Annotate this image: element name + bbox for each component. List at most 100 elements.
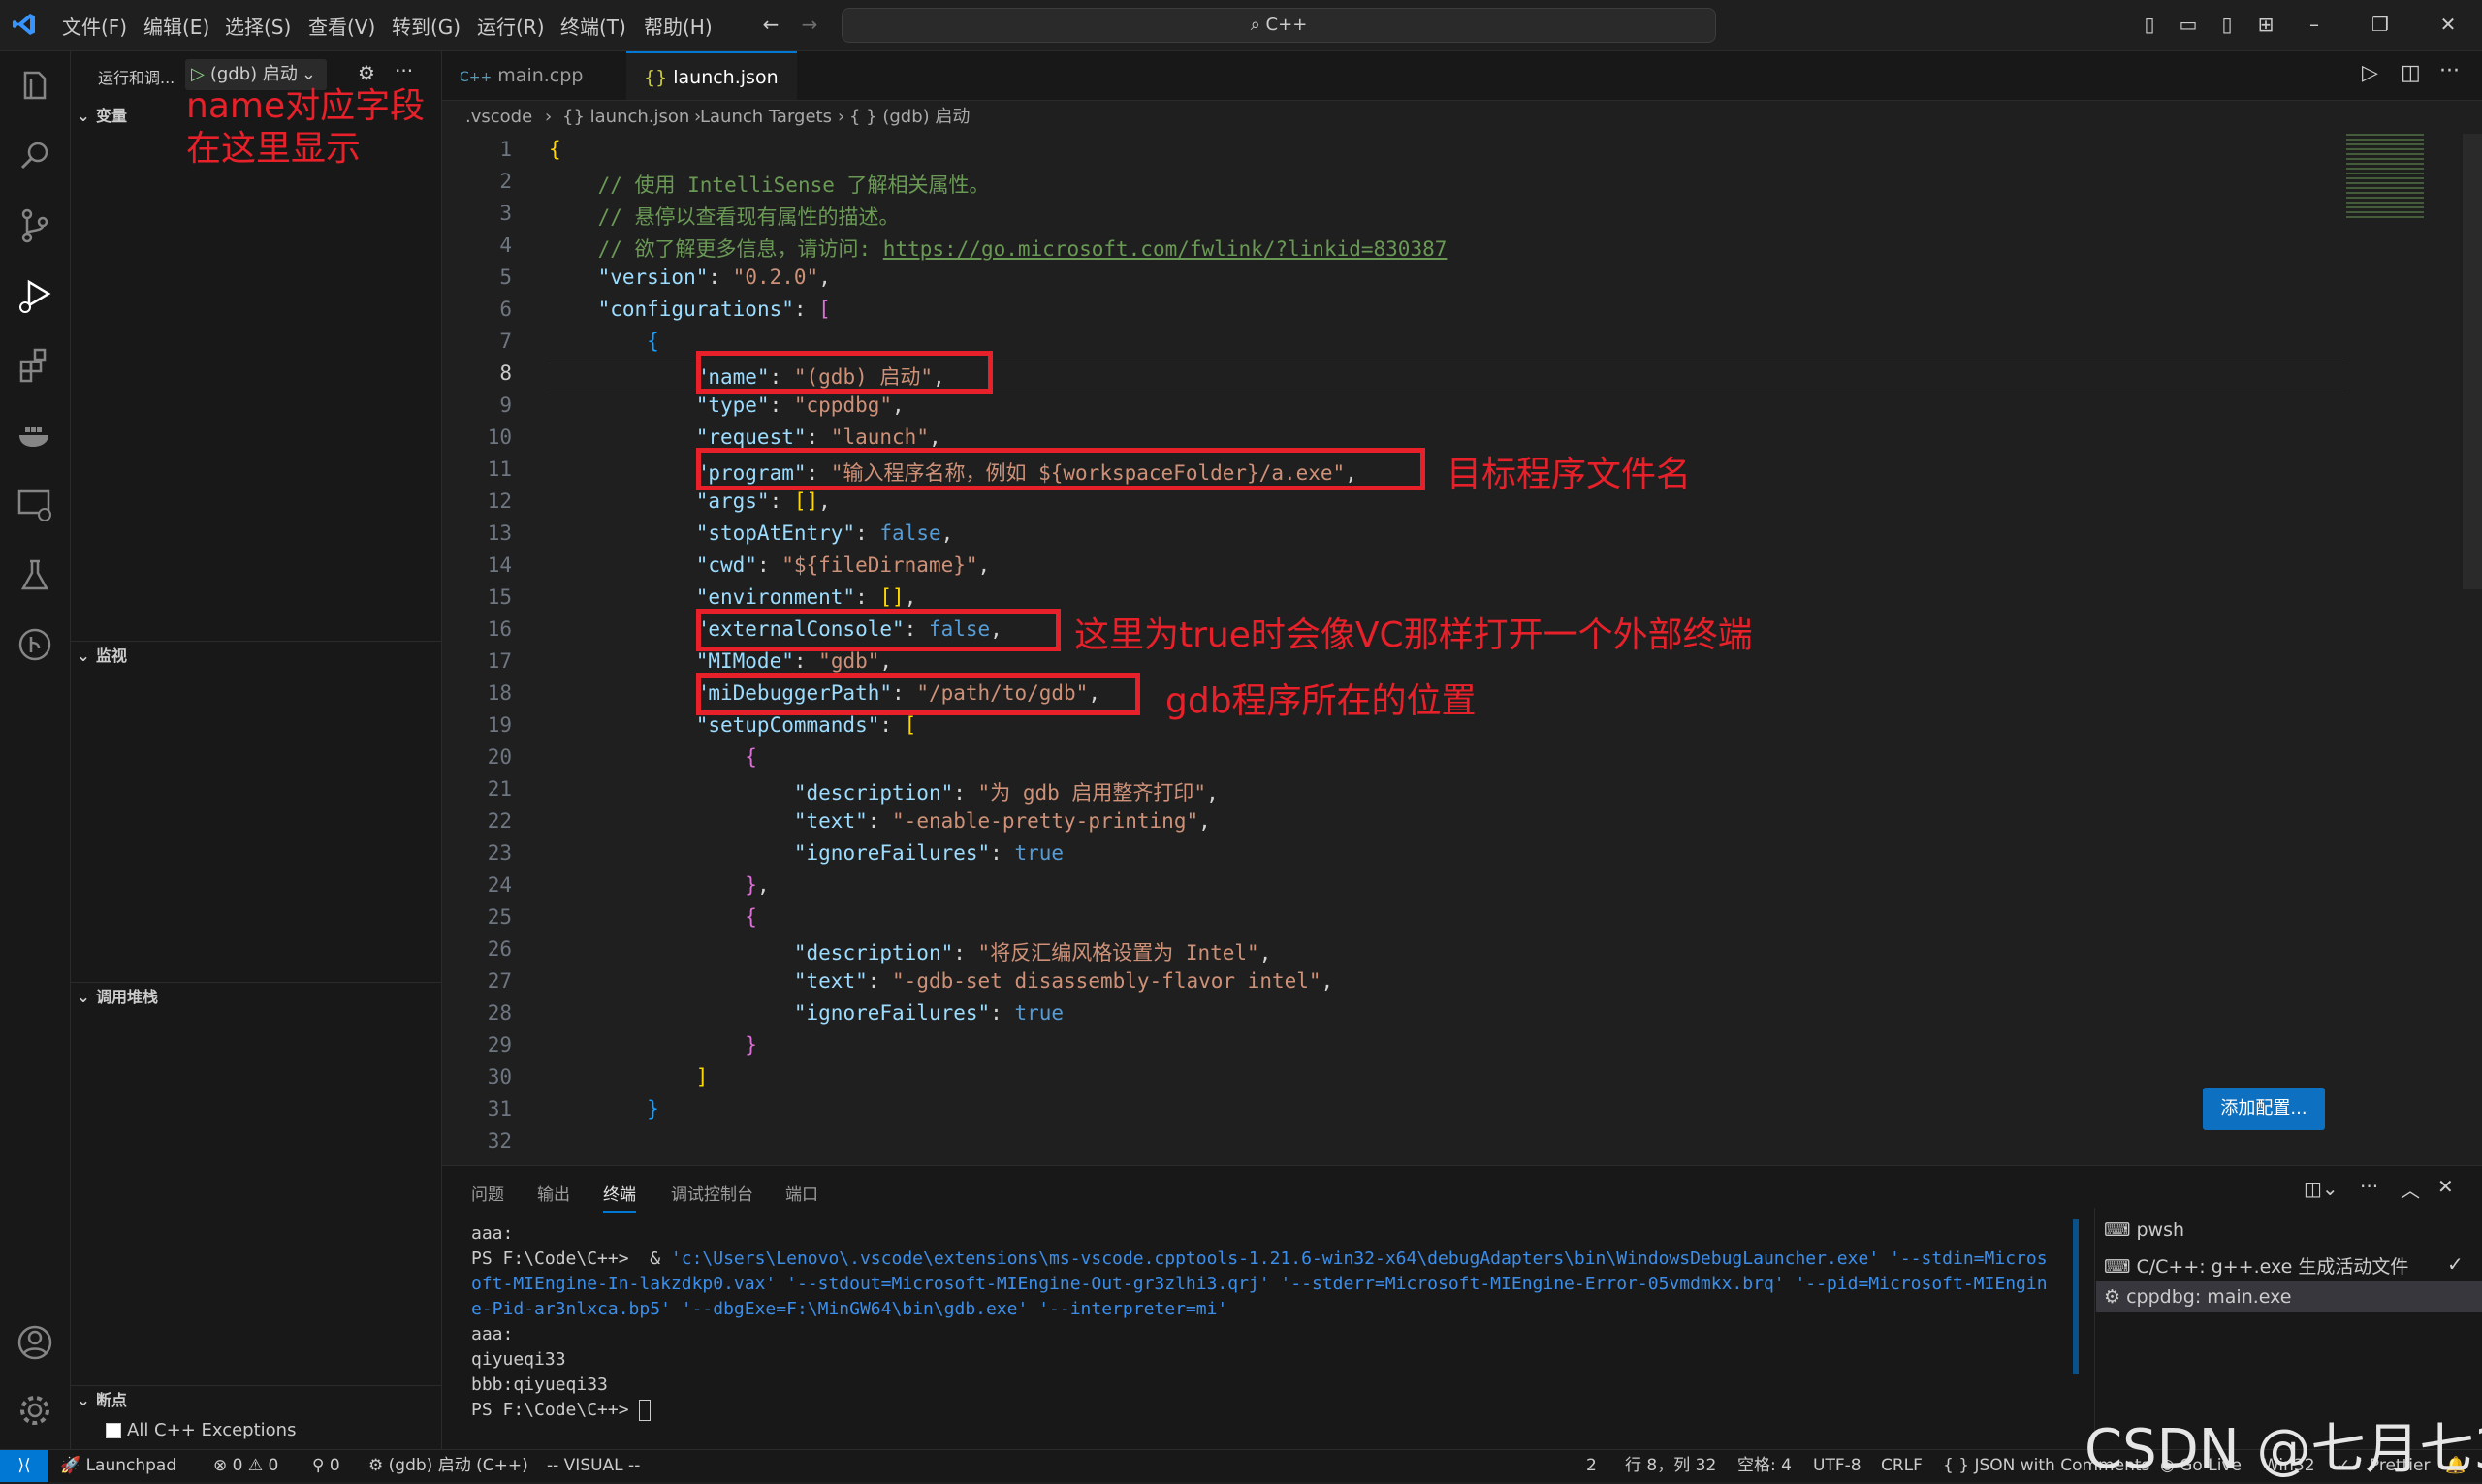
restore-icon[interactable]: ❐ [2368, 12, 2393, 37]
breakpoint-checkbox[interactable] [106, 1423, 121, 1438]
account-icon[interactable] [14, 1321, 56, 1364]
line-number[interactable]: 21 [442, 777, 512, 801]
ports-count[interactable]: ⚲ 0 [312, 1450, 340, 1482]
breadcrumb-folder[interactable]: .vscode [465, 101, 532, 134]
fwlink-url[interactable]: https://go.microsoft.com/fwlink/?linkid=… [883, 237, 1448, 261]
line-number[interactable]: 1 [442, 138, 512, 161]
close-panel-icon[interactable]: ✕ [2437, 1175, 2454, 1198]
launchpad-item[interactable]: 🚀 Launchpad [60, 1450, 176, 1482]
extensions-icon[interactable] [14, 344, 56, 387]
menu-terminal[interactable]: 终端(T) [560, 12, 626, 40]
split-editor-icon[interactable]: ◫ [2401, 61, 2421, 85]
terminal-list-item-gpp[interactable]: ⌨ C/C++: g++.exe 生成活动文件 [2104, 1252, 2408, 1279]
toggle-primary-sidebar-icon[interactable]: ▯ [2137, 12, 2162, 37]
line-ending[interactable]: CRLF [1881, 1450, 1923, 1482]
line-number[interactable]: 27 [442, 969, 512, 993]
breakpoint-item[interactable]: All C++ Exceptions [106, 1420, 296, 1440]
line-number[interactable]: 5 [442, 266, 512, 289]
line-number[interactable]: 3 [442, 202, 512, 225]
panel-tab-ports[interactable]: 端口 [785, 1181, 818, 1205]
editor-more-icon[interactable]: ··· [2439, 59, 2460, 83]
line-number[interactable]: 25 [442, 905, 512, 929]
line-number[interactable]: 30 [442, 1065, 512, 1089]
breadcrumb-config[interactable]: { } (gdb) 启动 [849, 101, 970, 134]
line-number[interactable]: 29 [442, 1033, 512, 1057]
command-center-search[interactable]: ⌕ C++ [842, 8, 1716, 43]
breadcrumb-file[interactable]: {} launch.json [562, 101, 689, 134]
editor-scrollbar[interactable] [2463, 134, 2482, 589]
git-graph-icon[interactable] [14, 623, 56, 666]
source-control-icon[interactable] [14, 205, 56, 247]
line-number[interactable]: 31 [442, 1097, 512, 1121]
line-number[interactable]: 28 [442, 1001, 512, 1025]
line-number[interactable]: 17 [442, 649, 512, 673]
line-number[interactable]: 13 [442, 521, 512, 545]
panel-tab-problems[interactable]: 问题 [471, 1181, 504, 1205]
line-number[interactable]: 24 [442, 873, 512, 897]
terminal-list-item-pwsh[interactable]: ⌨ pwsh [2104, 1219, 2184, 1241]
settings-gear-icon[interactable]: ⚙ [358, 61, 375, 84]
panel-tab-terminal[interactable]: 终端 [603, 1181, 636, 1213]
forward-arrow-icon[interactable]: → [797, 12, 822, 37]
close-window-icon[interactable]: ✕ [2435, 12, 2461, 37]
tab-launch-json[interactable]: {} launch.json ✕ [626, 51, 797, 137]
run-file-icon[interactable]: ▷ [2362, 61, 2378, 85]
more-actions-icon[interactable]: ··· [395, 59, 413, 82]
menu-go[interactable]: 转到(G) [392, 12, 461, 40]
toggle-panel-icon[interactable]: ▭ [2176, 12, 2201, 37]
menu-edit[interactable]: 编辑(E) [143, 12, 209, 40]
menu-view[interactable]: 查看(V) [308, 12, 375, 40]
line-number[interactable]: 12 [442, 489, 512, 513]
debug-config-status[interactable]: ⚙ (gdb) 启动 (C++) [368, 1450, 528, 1482]
tab-main-cpp[interactable]: C++ main.cpp [442, 51, 626, 100]
line-number[interactable]: 32 [442, 1129, 512, 1152]
manage-gear-icon[interactable] [14, 1389, 56, 1432]
line-number[interactable]: 2 [442, 170, 512, 193]
menu-selection[interactable]: 选择(S) [225, 12, 291, 40]
section-breakpoints[interactable]: ⌄ 断点 [71, 1385, 441, 1415]
terminal-list-item-cppdbg[interactable]: ⚙ cppdbg: main.exe [2096, 1281, 2482, 1312]
indentation[interactable]: 空格: 4 [1737, 1450, 1792, 1482]
line-number[interactable]: 22 [442, 809, 512, 833]
minimize-icon[interactable]: – [2302, 12, 2327, 37]
section-watch[interactable]: ⌄ 监视 [71, 641, 441, 671]
line-number[interactable]: 20 [442, 745, 512, 769]
remote-indicator-icon[interactable]: ⟩⟨ [0, 1450, 48, 1482]
line-number[interactable]: 26 [442, 937, 512, 961]
menu-file[interactable]: 文件(F) [62, 12, 127, 40]
explorer-icon[interactable] [14, 65, 56, 108]
cursor-position[interactable]: 行 8，列 32 [1625, 1450, 1716, 1482]
panel-tab-output[interactable]: 输出 [537, 1181, 570, 1205]
menu-help[interactable]: 帮助(H) [644, 12, 713, 40]
line-number[interactable]: 6 [442, 298, 512, 321]
section-call-stack[interactable]: ⌄ 调用堆栈 [71, 982, 441, 1012]
line-number[interactable]: 18 [442, 681, 512, 705]
minimap[interactable] [2346, 134, 2424, 221]
menu-run[interactable]: 运行(R) [477, 12, 545, 40]
line-number[interactable]: 14 [442, 553, 512, 577]
back-arrow-icon[interactable]: ← [758, 12, 783, 37]
terminal-prompt[interactable]: PS F:\Code\C++> [471, 1400, 652, 1421]
line-number[interactable]: 7 [442, 330, 512, 353]
testing-icon[interactable] [14, 553, 56, 596]
line-number[interactable]: 8 [442, 362, 512, 385]
run-debug-icon[interactable] [14, 274, 56, 317]
encoding[interactable]: UTF-8 [1813, 1450, 1862, 1482]
start-debugging-icon[interactable]: ▷ [185, 64, 210, 84]
docker-icon[interactable] [14, 414, 56, 457]
breadcrumb-launch-targets[interactable]: Launch Targets [700, 101, 832, 134]
line-number[interactable]: 11 [442, 458, 512, 481]
line-number[interactable]: 23 [442, 841, 512, 865]
line-number[interactable]: 16 [442, 617, 512, 641]
problems-count[interactable]: ⊗ 0 ⚠ 0 [213, 1450, 278, 1482]
panel-more-icon[interactable]: ··· [2360, 1175, 2378, 1198]
line-number[interactable]: 10 [442, 426, 512, 449]
panel-tab-debug-console[interactable]: 调试控制台 [671, 1181, 753, 1205]
add-configuration-button[interactable]: 添加配置... [2203, 1088, 2325, 1130]
line-number[interactable]: 9 [442, 394, 512, 417]
new-terminal-split-icon[interactable]: ◫⌄ [2304, 1177, 2339, 1200]
customize-layout-icon[interactable]: ⊞ [2253, 12, 2278, 37]
toggle-secondary-sidebar-icon[interactable]: ▯ [2214, 12, 2240, 37]
line-number[interactable]: 4 [442, 234, 512, 257]
terminal-scrollbar[interactable] [2073, 1219, 2079, 1374]
